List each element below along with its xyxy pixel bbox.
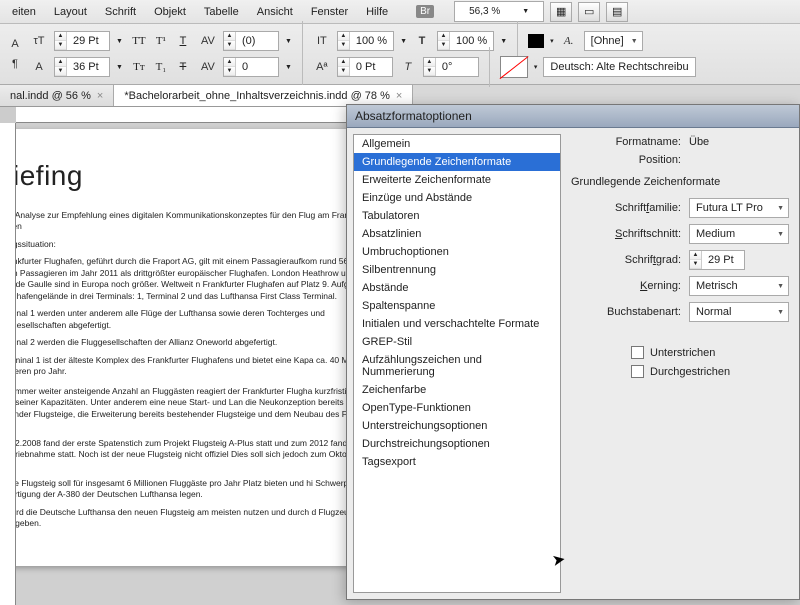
- body-text: Am 11.12.2008 fand der erste Spatenstich…: [16, 438, 388, 472]
- view-options-icon[interactable]: ▦: [550, 2, 572, 22]
- category-item[interactable]: GREP-Stil: [354, 333, 560, 351]
- category-item[interactable]: Erweiterte Zeichenformate: [354, 171, 560, 189]
- smallcaps-btn[interactable]: Tᴛ: [129, 58, 149, 76]
- category-item[interactable]: Unterstreichungsoptionen: [354, 417, 560, 435]
- para-mode-icon[interactable]: ¶: [6, 55, 24, 73]
- body-text: Somit wird die Deutsche Lufthansa den ne…: [16, 507, 388, 530]
- dialog-title: Absatzformatoptionen: [347, 105, 799, 128]
- category-item[interactable]: Umbruchoptionen: [354, 243, 560, 261]
- category-item[interactable]: Tagsexport: [354, 453, 560, 471]
- underline-checkbox[interactable]: Unterstrichen: [631, 346, 789, 359]
- menu-item[interactable]: eiten: [4, 3, 44, 21]
- body-text: Auf die immer weiter ansteigende Anzahl …: [16, 386, 388, 432]
- font-size-icon: τT: [30, 32, 48, 50]
- menu-item[interactable]: Ansicht: [249, 3, 301, 21]
- underline-btn[interactable]: T: [173, 32, 193, 50]
- category-item[interactable]: Einzüge und Abstände: [354, 189, 560, 207]
- category-item[interactable]: Grundlegende Zeichenformate: [354, 153, 560, 171]
- leading-field[interactable]: ▲▼36 Pt: [54, 57, 110, 77]
- heading-text: riefing: [16, 160, 83, 191]
- strikethrough-checkbox[interactable]: Durchgestrichen: [631, 365, 789, 378]
- ruler-vertical[interactable]: [0, 123, 16, 605]
- body-text: Der neue Flugsteig soll für insgesamt 6 …: [16, 478, 388, 501]
- format-name-label: Formatname:: [571, 136, 681, 148]
- strike-btn[interactable]: T: [173, 58, 193, 76]
- position-label: Position:: [571, 154, 681, 166]
- close-icon[interactable]: ×: [396, 90, 402, 102]
- menu-item[interactable]: Fenster: [303, 3, 356, 21]
- font-size-label: Schriftgrad:: [571, 254, 681, 266]
- baseline-icon: Aª: [313, 58, 331, 76]
- skew-field[interactable]: ▲▼0°: [423, 57, 479, 77]
- fill-icon[interactable]: [528, 34, 544, 48]
- format-name-value: Übe: [689, 136, 709, 148]
- category-item[interactable]: Silbentrennung: [354, 261, 560, 279]
- body-text: Das Terminal 1 ist der älteste Komplex d…: [16, 355, 388, 378]
- section-heading: Grundlegende Zeichenformate: [571, 176, 789, 188]
- char-style-icon: A.: [560, 32, 578, 50]
- close-icon[interactable]: ×: [97, 90, 103, 102]
- font-family-label: Schriftfamilie:: [571, 202, 681, 214]
- control-panel: A ¶ τT ▲▼29 Pt ▼ TT T¹ T AV ▲▼(0)▼ IT ▲▼…: [0, 24, 800, 85]
- category-item[interactable]: Tabulatoren: [354, 207, 560, 225]
- vscale-icon: IT: [313, 32, 331, 50]
- allcaps-btn[interactable]: TT: [129, 32, 149, 50]
- category-item[interactable]: Aufzählungszeichen und Nummerierung: [354, 351, 560, 381]
- font-family-select[interactable]: Futura LT Pro: [689, 198, 789, 218]
- category-list[interactable]: AllgemeinGrundlegende ZeichenformateErwe…: [353, 134, 561, 593]
- screen-mode-icon[interactable]: ▭: [578, 2, 600, 22]
- baseline-field[interactable]: ▲▼0 Pt: [337, 57, 393, 77]
- kerning-select[interactable]: Metrisch: [689, 276, 789, 296]
- zoom-level[interactable]: 56,3 %▼: [454, 1, 544, 22]
- case-select[interactable]: Normal: [689, 302, 789, 322]
- category-item[interactable]: Allgemein: [354, 135, 560, 153]
- menu-item[interactable]: Schrift: [97, 3, 144, 21]
- kerning-icon: AV: [199, 32, 217, 50]
- category-item[interactable]: Spaltenspanne: [354, 297, 560, 315]
- category-item[interactable]: Abstände: [354, 279, 560, 297]
- kerning-label: Kerning:: [571, 280, 681, 292]
- menu-item[interactable]: Objekt: [146, 3, 194, 21]
- leading-icon: A: [30, 58, 48, 76]
- menu-item[interactable]: Hilfe: [358, 3, 396, 21]
- language-select[interactable]: Deutsch: Alte Rechtschreibu: [543, 57, 695, 77]
- case-label: Buchstabenart:: [571, 306, 681, 318]
- font-size-dialog-field[interactable]: ▲▼29 Pt: [689, 250, 745, 270]
- vscale-field[interactable]: ▲▼100 %: [337, 31, 394, 51]
- body-text: Im Terminal 2 werden die Fluggesellschaf…: [16, 337, 388, 348]
- category-item[interactable]: Durchstreichungsoptionen: [354, 435, 560, 453]
- font-size-field[interactable]: ▲▼29 Pt: [54, 31, 110, 51]
- tracking-icon: AV: [199, 58, 217, 76]
- category-item[interactable]: Absatzlinien: [354, 225, 560, 243]
- category-item[interactable]: OpenType-Funktionen: [354, 399, 560, 417]
- menu-item[interactable]: Layout: [46, 3, 95, 21]
- menubar: eiten Layout Schrift Objekt Tabelle Ansi…: [0, 0, 800, 24]
- body-text: Der Frankfurter Flughafen, geführt durch…: [16, 256, 388, 302]
- font-style-select[interactable]: Medium: [689, 224, 789, 244]
- form-panel: Formatname: Übe Position: Grundlegende Z…: [567, 128, 799, 599]
- superscript-btn[interactable]: T¹: [151, 32, 171, 50]
- skew-icon: T: [399, 58, 417, 76]
- body-text: Thema: Analyse zur Empfehlung eines digi…: [16, 210, 388, 233]
- hscale-field[interactable]: ▲▼100 %: [437, 31, 494, 51]
- bridge-badge[interactable]: Br: [416, 5, 434, 18]
- char-mode-icon[interactable]: A: [6, 35, 24, 53]
- heading-briefing: Briefing: [16, 159, 388, 192]
- tab-doc-1[interactable]: nal.indd @ 56 %×: [0, 85, 114, 106]
- tracking-field[interactable]: ▲▼0: [223, 57, 279, 77]
- category-item[interactable]: Initialen und verschachtelte Formate: [354, 315, 560, 333]
- arrange-icon[interactable]: ▤: [606, 2, 628, 22]
- tab-doc-2[interactable]: *Bachelorarbeit_ohne_Inhaltsverzeichnis.…: [114, 85, 413, 106]
- category-item[interactable]: Zeichenfarbe: [354, 381, 560, 399]
- stroke-swatch[interactable]: [500, 56, 528, 78]
- menu-item[interactable]: Tabelle: [196, 3, 247, 21]
- body-text: Ausgangssituation:: [16, 239, 388, 250]
- hscale-icon: T: [413, 32, 431, 50]
- kerning-field[interactable]: ▲▼(0): [223, 31, 279, 51]
- char-style-select[interactable]: [Ohne]: [584, 31, 643, 51]
- paragraph-style-options-dialog: Absatzformatoptionen AllgemeinGrundlegen…: [346, 104, 800, 600]
- body-text: Im Terminal 1 werden unter anderem alle …: [16, 308, 388, 331]
- subscript-btn[interactable]: T₁: [151, 58, 171, 76]
- font-style-label: Schriftschnitt:: [571, 228, 681, 240]
